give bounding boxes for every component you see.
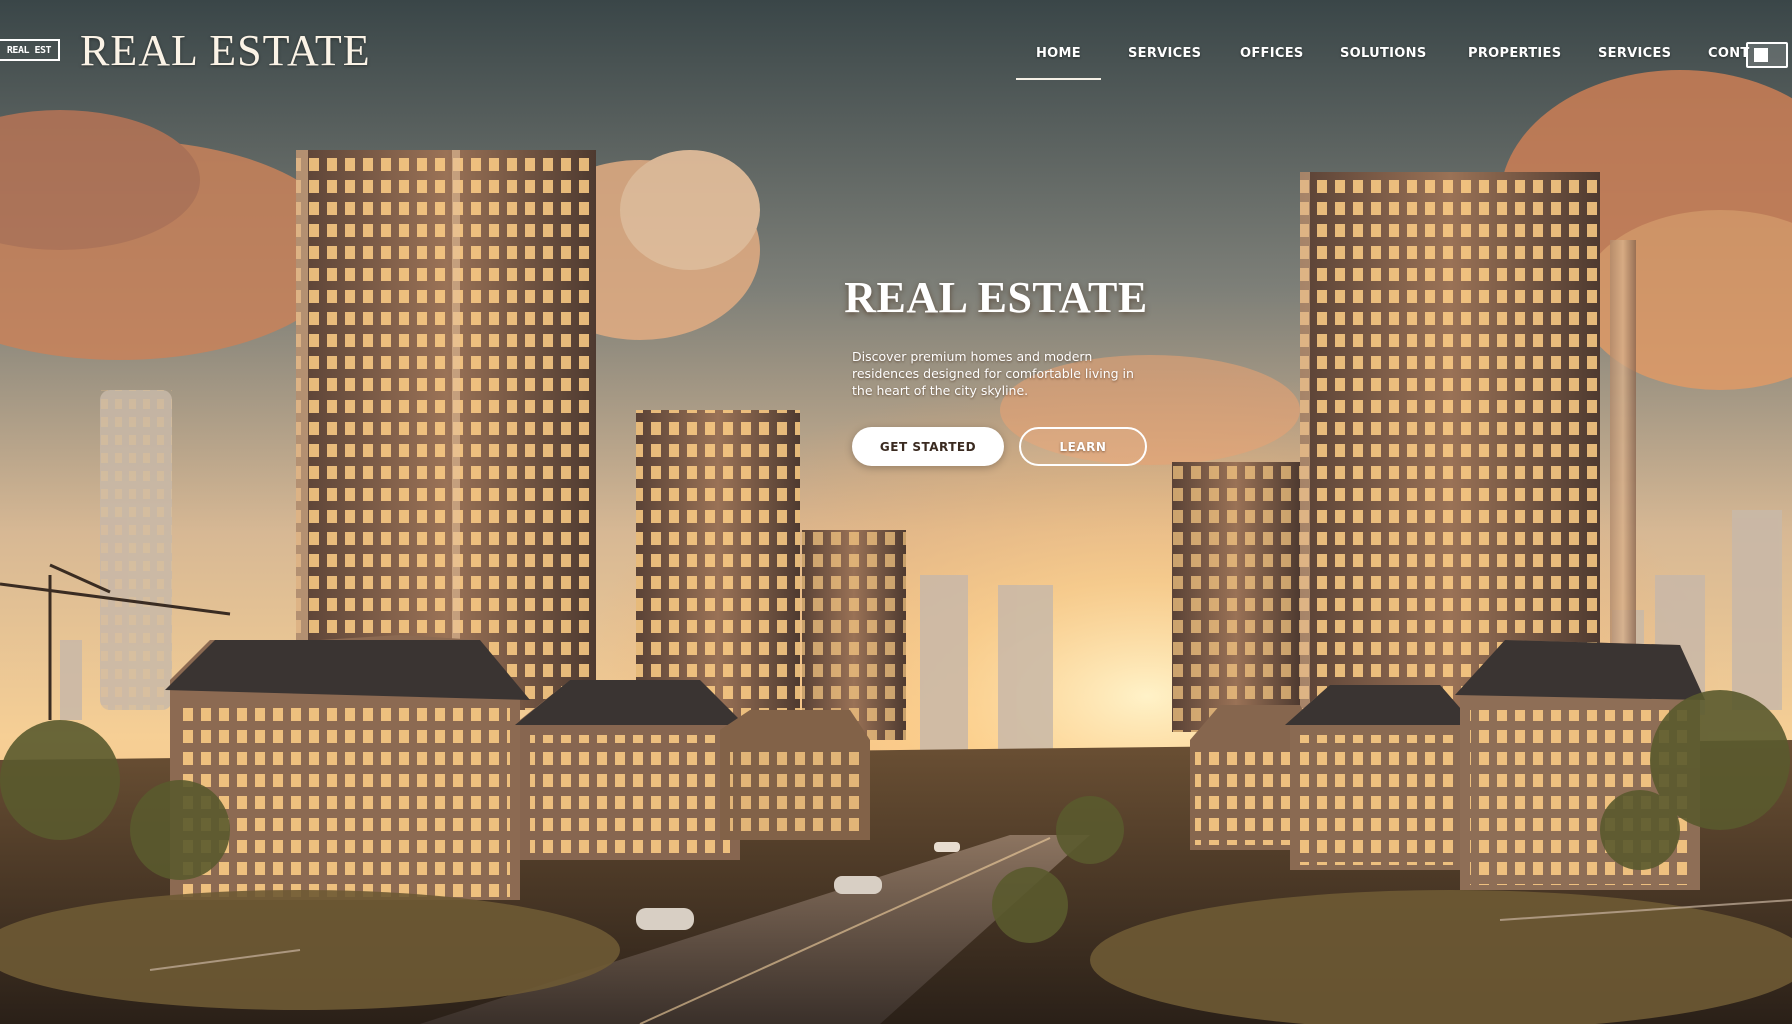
nav-item-services[interactable]: SERVICES: [1128, 46, 1201, 61]
logo-mark-icon: REAL EST: [0, 39, 60, 61]
hero-subtitle: Discover premium homes and modern reside…: [852, 349, 1134, 398]
hero-title: REAL ESTATE: [844, 273, 1148, 322]
nav-item-solutions[interactable]: SOLUTIONS: [1340, 46, 1427, 61]
get-started-button[interactable]: GET STARTED: [852, 427, 1004, 466]
nav-item-offices[interactable]: OFFICES: [1240, 46, 1304, 61]
brand-logo[interactable]: REAL EST REAL ESTATE: [0, 26, 371, 75]
nav-contact-icon[interactable]: [1746, 42, 1788, 68]
brand-name: REAL ESTATE: [80, 25, 371, 75]
nav-item-contact[interactable]: CONT: [1708, 46, 1750, 61]
nav-item-properties[interactable]: PROPERTIES: [1468, 46, 1561, 61]
nav-item-home[interactable]: HOME: [1016, 46, 1101, 80]
hero-background-scene: [0, 0, 1792, 1024]
nav-item-services-2[interactable]: SERVICES: [1598, 46, 1671, 61]
learn-more-button[interactable]: LEARN: [1019, 427, 1147, 466]
